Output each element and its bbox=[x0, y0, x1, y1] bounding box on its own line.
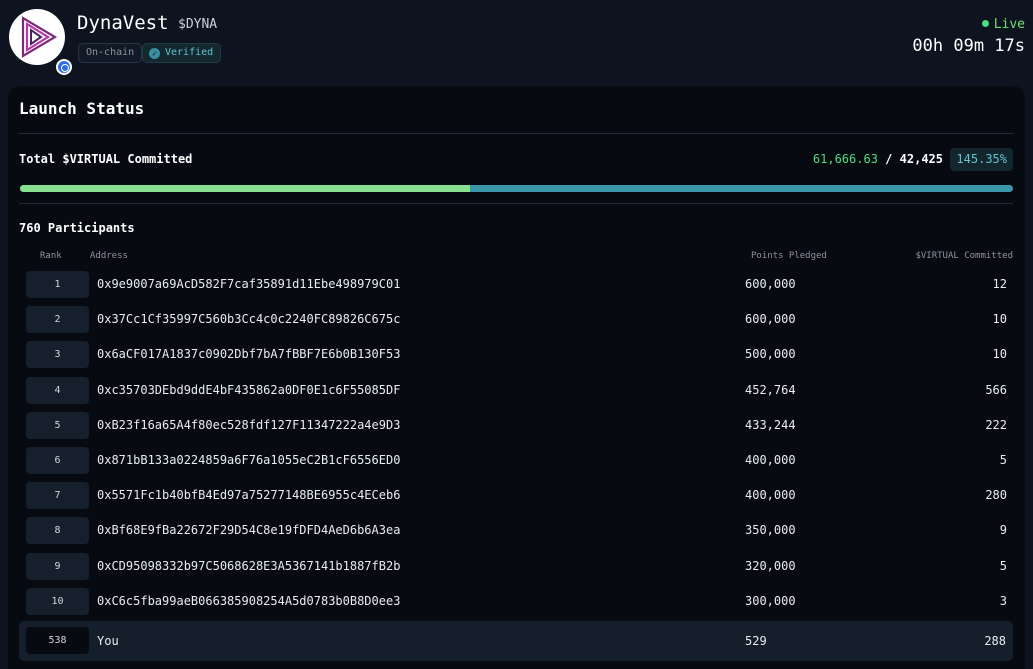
virtual-cell: 222 bbox=[985, 417, 1007, 432]
points-cell: 600,000 bbox=[745, 277, 796, 291]
address-cell: 0xB23f16a65A4f80ec528fdf127F11347222a4e9… bbox=[97, 417, 401, 432]
points-cell: 433,244 bbox=[745, 417, 796, 432]
table-row[interactable]: 4 0xc35703DEbd9ddE4bF435862a0DF0E1c6F5508… bbox=[8, 374, 1025, 409]
virtual-cell: 280 bbox=[985, 488, 1007, 503]
virtual-cell: 10 bbox=[992, 347, 1007, 362]
column-header-points: Points Pledged bbox=[751, 251, 827, 261]
points-cell: 400,000 bbox=[745, 452, 796, 467]
virtual-cell: 3 bbox=[999, 593, 1007, 608]
table-row[interactable]: 5 0xB23f16a65A4f80ec528fdf127F11347222a4e… bbox=[8, 409, 1025, 444]
address-cell: 0xC6c5fba99aeB066385908254A5d0783b0B8D0e… bbox=[97, 593, 401, 608]
points-cell: 350,000 bbox=[745, 523, 796, 538]
live-label: Live bbox=[993, 17, 1025, 32]
address-cell: 0x9e9007a69AcD582F7caf35891d11Ebe498979C… bbox=[97, 277, 401, 291]
address-cell: 0xc35703DEbd9ddE4bF435862a0DF0E1c6F55085… bbox=[97, 382, 401, 397]
virtual-cell: 12 bbox=[992, 277, 1007, 291]
your-row: 538 You 529 288 bbox=[19, 621, 1013, 661]
committed-label: Total $VIRTUAL Committed bbox=[19, 152, 193, 166]
committed-current: 61,666.63 bbox=[812, 152, 878, 166]
participants-count: 760 Participants bbox=[19, 221, 135, 235]
percent-badge: 145.35% bbox=[950, 148, 1013, 171]
rank-cell: 4 bbox=[26, 376, 89, 404]
virtual-cell: 5 bbox=[999, 452, 1007, 467]
table-row[interactable]: 10 0xC6c5fba99aeB066385908254A5d0783b0B8D… bbox=[8, 585, 1025, 620]
address-cell: 0x5571Fc1b40bfB4Ed97a75277148BE6955c4ECe… bbox=[97, 488, 401, 503]
committed-separator: / bbox=[885, 152, 893, 166]
live-status: Live bbox=[981, 17, 1025, 32]
committed-target: 42,425 bbox=[899, 152, 943, 166]
chain-badge-icon bbox=[56, 59, 72, 75]
token-ticker: $DYNA bbox=[178, 17, 218, 32]
points-cell: 600,000 bbox=[745, 312, 796, 327]
virtual-cell: 10 bbox=[992, 312, 1007, 327]
virtual-cell: 9 bbox=[999, 523, 1007, 538]
rank-cell: 10 bbox=[26, 587, 89, 615]
rank-cell: 9 bbox=[26, 552, 89, 580]
virtual-cell: 5 bbox=[999, 558, 1007, 573]
address-cell: 0xBf68E9fBa22672F29D54C8e19fDFD4AeD6b6A3… bbox=[97, 523, 401, 538]
points-cell: 320,000 bbox=[745, 558, 796, 573]
rank-cell: 8 bbox=[26, 517, 89, 545]
divider bbox=[19, 133, 1013, 134]
rank-cell: 1 bbox=[26, 271, 89, 298]
verified-badge: ✓ Verified bbox=[142, 43, 222, 63]
column-header-rank: Rank bbox=[40, 251, 62, 261]
column-header-address: Address bbox=[90, 251, 128, 261]
address-cell: 0x37Cc1Cf35997C560b3Cc4c0c2240FC89826C67… bbox=[97, 312, 401, 327]
token-name: DynaVest bbox=[77, 12, 169, 34]
countdown-timer: 00h 09m 17s bbox=[912, 36, 1025, 56]
virtual-cell: 566 bbox=[985, 382, 1007, 397]
your-points: 529 bbox=[745, 634, 767, 648]
live-dot-icon bbox=[981, 20, 989, 27]
rank-cell: 7 bbox=[26, 482, 89, 510]
verified-label: Verified bbox=[165, 47, 214, 58]
table-row[interactable]: 2 0x37Cc1Cf35997C560b3Cc4c0c2240FC89826C6… bbox=[8, 303, 1025, 338]
rank-cell: 6 bbox=[26, 446, 89, 474]
divider bbox=[19, 203, 1013, 204]
table-row[interactable]: 1 0x9e9007a69AcD582F7caf35891d11Ebe498979… bbox=[8, 268, 1025, 303]
your-rank: 538 bbox=[26, 627, 89, 654]
column-header-virtual: $VIRTUAL Committed bbox=[915, 251, 1013, 261]
points-cell: 452,764 bbox=[745, 382, 796, 397]
points-cell: 400,000 bbox=[745, 488, 796, 503]
launch-status-panel: Launch Status Total $VIRTUAL Committed 6… bbox=[8, 86, 1025, 669]
points-cell: 500,000 bbox=[745, 347, 796, 362]
table-row[interactable]: 9 0xCD95098332b97C5068628E3A5367141b1887f… bbox=[8, 550, 1025, 585]
table-row[interactable]: 3 0x6aCF017A1837c0902Dbf7bA7fBBF7E6b0B130… bbox=[8, 338, 1025, 373]
rank-cell: 5 bbox=[26, 411, 89, 439]
progress-fill bbox=[20, 185, 470, 192]
table-row[interactable]: 7 0x5571Fc1b40bfB4Ed97a75277148BE6955c4EC… bbox=[8, 479, 1025, 514]
your-virtual: 288 bbox=[984, 634, 1006, 648]
check-circle-icon: ✓ bbox=[149, 48, 160, 59]
rank-cell: 3 bbox=[26, 341, 89, 369]
committed-values: 61,666.63 / 42,425 bbox=[813, 152, 943, 166]
token-header: DynaVest $DYNA On-chain ✓ Verified Live … bbox=[0, 0, 1033, 80]
onchain-badge: On-chain bbox=[78, 43, 143, 63]
address-cell: 0x871bB133a0224859a6F76a1055eC2B1cF6556E… bbox=[97, 452, 401, 467]
table-row[interactable]: 8 0xBf68E9fBa22672F29D54C8e19fDFD4AeD6b6A… bbox=[8, 514, 1025, 549]
panel-title: Launch Status bbox=[19, 99, 145, 118]
address-cell: 0x6aCF017A1837c0902Dbf7bA7fBBF7E6b0B130F… bbox=[97, 347, 401, 362]
play-triangle-logo-icon bbox=[9, 9, 72, 75]
address-cell: 0xCD95098332b97C5068628E3A5367141b1887fB… bbox=[97, 558, 401, 573]
points-cell: 300,000 bbox=[745, 593, 796, 608]
your-label: You bbox=[97, 634, 119, 648]
progress-bar bbox=[20, 185, 1013, 192]
participants-table: 1 0x9e9007a69AcD582F7caf35891d11Ebe498979… bbox=[8, 268, 1025, 620]
table-row[interactable]: 6 0x871bB133a0224859a6F76a1055eC2B1cF6556… bbox=[8, 444, 1025, 479]
rank-cell: 2 bbox=[26, 306, 89, 334]
